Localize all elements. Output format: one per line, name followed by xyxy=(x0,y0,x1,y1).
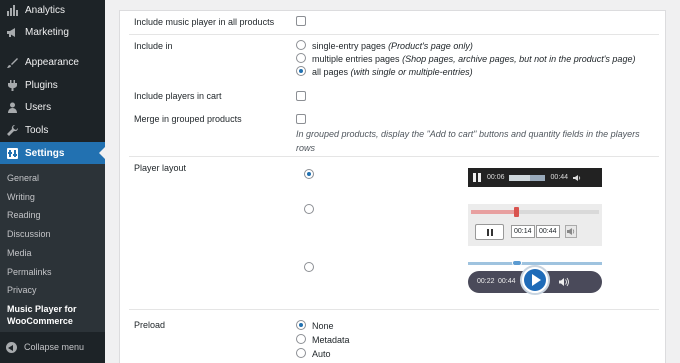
user-icon xyxy=(6,101,18,113)
progress-bar[interactable] xyxy=(508,174,545,181)
preload-radio-metadata[interactable] xyxy=(296,334,306,344)
player-controls: 00:22 00:44 xyxy=(468,265,602,295)
submenu-item-privacy[interactable]: Privacy xyxy=(7,285,37,295)
include-in-option-multiple[interactable]: multiple entries pages (Shop pages, arch… xyxy=(312,54,635,64)
paintbrush-icon xyxy=(6,56,18,68)
setting-label-include-in: Include in xyxy=(134,41,173,51)
all-products-checkbox[interactable] xyxy=(296,16,306,26)
setting-label-cart: Include players in cart xyxy=(134,91,222,101)
row-divider xyxy=(129,309,659,310)
include-in-option-single[interactable]: single-entry pages (Product's page only) xyxy=(312,41,473,51)
menu-label: Marketing xyxy=(25,26,69,38)
menu-item-appearance[interactable]: Appearance xyxy=(0,51,105,73)
collapse-menu-button[interactable]: Collapse menu xyxy=(0,337,105,357)
include-in-option-all[interactable]: all pages (with single or multiple-entri… xyxy=(312,67,473,77)
preload-radio-auto[interactable] xyxy=(296,348,306,358)
current-time: 00:14 xyxy=(511,225,535,238)
submenu-item-media[interactable]: Media xyxy=(7,248,32,258)
settings-icon xyxy=(6,147,18,159)
collapse-label: Collapse menu xyxy=(24,342,85,352)
menu-label: Appearance xyxy=(25,56,79,68)
menu-label: Tools xyxy=(25,124,49,136)
submenu-item-music-player[interactable]: Music Player for WooCommerce xyxy=(7,303,97,327)
menu-item-settings[interactable]: Settings xyxy=(0,142,105,164)
menu-item-tools[interactable]: Tools xyxy=(0,119,105,141)
option-note: (Product's page only) xyxy=(388,41,473,51)
include-in-radio-multiple[interactable] xyxy=(296,53,306,63)
menu-item-plugins[interactable]: Plugins xyxy=(0,74,105,96)
option-label: all pages xyxy=(312,67,349,77)
progress-track[interactable] xyxy=(471,207,599,217)
include-in-radio-all[interactable] xyxy=(296,66,306,76)
menu-item-analytics[interactable]: Analytics xyxy=(0,0,105,21)
option-label: single-entry pages xyxy=(312,41,386,51)
duration-time: 00:44 xyxy=(550,174,569,181)
pause-icon[interactable] xyxy=(473,173,481,182)
preload-option-auto[interactable]: Auto xyxy=(312,349,331,359)
progress-fill xyxy=(471,210,515,214)
menu-label: Users xyxy=(25,101,52,113)
admin-sidebar: Analytics Marketing Appearance Plugins U… xyxy=(0,0,105,363)
volume-icon[interactable] xyxy=(565,225,577,238)
plug-icon xyxy=(6,79,18,91)
duration-time: 00:44 xyxy=(536,225,560,238)
player-layout-radio-1[interactable] xyxy=(304,169,314,179)
row-divider xyxy=(129,34,659,35)
menu-item-marketing[interactable]: Marketing xyxy=(0,21,105,43)
preload-option-metadata[interactable]: Metadata xyxy=(312,335,350,345)
preload-option-none[interactable]: None xyxy=(312,321,334,331)
progress-knob[interactable] xyxy=(514,207,519,217)
duration-time: 00:44 xyxy=(498,278,516,285)
option-label: multiple entries pages xyxy=(312,54,400,64)
menu-label: Plugins xyxy=(25,79,58,91)
setting-label-player-layout: Player layout xyxy=(134,163,187,173)
wrench-icon xyxy=(6,124,18,136)
submenu-item-permalinks[interactable]: Permalinks xyxy=(7,267,52,277)
player-skin-dark[interactable]: 00:06 00:44 xyxy=(468,168,602,187)
progress-knob[interactable] xyxy=(512,260,522,266)
setting-label-all-products: Include music player in all products xyxy=(134,17,275,27)
player-layout-radio-3[interactable] xyxy=(304,262,314,272)
players-in-cart-checkbox[interactable] xyxy=(296,91,306,101)
setting-label-grouped: Merge in grouped products xyxy=(134,114,242,124)
row-divider xyxy=(129,156,659,157)
grouped-products-checkbox[interactable] xyxy=(296,114,306,124)
menu-label: Settings xyxy=(25,147,65,159)
option-note: (with single or multiple-entries) xyxy=(350,67,473,77)
player-layout-radio-2[interactable] xyxy=(304,204,314,214)
megaphone-icon xyxy=(6,26,18,38)
option-note: (Shop pages, archive pages, but not in t… xyxy=(402,54,636,64)
bar-chart-icon xyxy=(6,4,18,16)
player-skin-light[interactable]: 00:14 00:44 xyxy=(468,204,602,246)
current-time: 00:22 xyxy=(477,278,495,285)
player-skin-round[interactable]: 00:22 00:44 xyxy=(468,259,602,295)
volume-icon[interactable] xyxy=(558,276,570,288)
play-icon xyxy=(524,269,546,291)
volume-icon[interactable] xyxy=(573,174,581,182)
collapse-arrow-icon xyxy=(6,341,17,353)
play-button[interactable] xyxy=(520,265,550,295)
include-in-radio-single[interactable] xyxy=(296,40,306,50)
submenu-item-writing[interactable]: Writing xyxy=(7,192,35,202)
menu-label: Analytics xyxy=(25,4,66,16)
pause-icon xyxy=(486,228,489,236)
menu-item-users[interactable]: Users xyxy=(0,96,105,118)
current-time: 00:06 xyxy=(487,174,505,181)
submenu-item-general[interactable]: General xyxy=(7,173,39,183)
settings-submenu: General Writing Reading Discussion Media… xyxy=(0,164,105,332)
preload-radio-none[interactable] xyxy=(296,320,306,330)
grouped-products-help: In grouped products, display the "Add to… xyxy=(296,129,640,153)
submenu-item-reading[interactable]: Reading xyxy=(7,210,41,220)
setting-label-preload: Preload xyxy=(134,320,166,330)
pause-button[interactable] xyxy=(475,224,504,240)
submenu-item-discussion[interactable]: Discussion xyxy=(7,229,51,239)
